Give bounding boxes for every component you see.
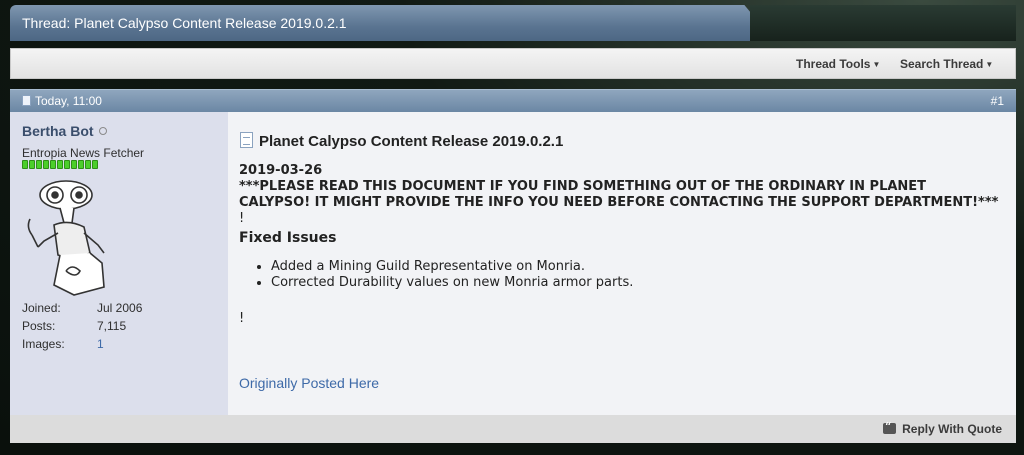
reputation-pip bbox=[64, 160, 70, 169]
post-content: 2019-03-26 ***PLEASE READ THIS DOCUMENT … bbox=[239, 163, 999, 327]
stat-label: Joined: bbox=[22, 301, 61, 315]
thread-title: Thread: Planet Calypso Content Release 2… bbox=[22, 15, 347, 31]
header-banner bbox=[750, 5, 1016, 41]
chevron-down-icon: ▼ bbox=[872, 60, 881, 69]
stat-images: Images: 1 bbox=[22, 337, 212, 355]
chevron-down-icon: ▼ bbox=[985, 60, 994, 69]
search-thread-label: Search Thread bbox=[900, 57, 984, 71]
reputation-pip bbox=[85, 160, 91, 169]
reply-with-quote-label: Reply With Quote bbox=[902, 422, 1002, 436]
offline-status-icon bbox=[98, 127, 107, 135]
quote-icon bbox=[883, 420, 897, 434]
list-item: Corrected Durability values on new Monri… bbox=[271, 275, 999, 291]
images-link[interactable]: 1 bbox=[97, 337, 104, 351]
reputation-pip bbox=[22, 160, 28, 169]
reputation-pip bbox=[29, 160, 35, 169]
page: Thread: Planet Calypso Content Release 2… bbox=[0, 0, 1024, 455]
post-date-line: 2019-03-26 bbox=[239, 163, 323, 178]
thread-toolbar: Thread Tools ▼ Search Thread ▼ bbox=[10, 48, 1016, 79]
stat-joined: Joined: Jul 2006 bbox=[22, 301, 212, 319]
reputation-pip bbox=[92, 160, 98, 169]
post-header: Today, 11:00 #1 bbox=[10, 89, 1016, 112]
fixes-list: Added a Mining Guild Representative on M… bbox=[239, 259, 999, 291]
post-date: Today, 11:00 bbox=[22, 94, 102, 108]
reply-with-quote-button[interactable]: Reply With Quote bbox=[883, 420, 1002, 436]
user-stats: Joined: Jul 2006 Posts: 7,115 Images: 1 bbox=[22, 301, 212, 355]
reputation-pip bbox=[36, 160, 42, 169]
reputation-pip bbox=[57, 160, 63, 169]
username-label: Bertha Bot bbox=[22, 123, 94, 139]
exclamation-line: ! bbox=[239, 211, 245, 226]
user-title: Entropia News Fetcher bbox=[22, 146, 145, 160]
post-body: Planet Calypso Content Release 2019.0.2.… bbox=[228, 112, 1016, 415]
post-footer: Reply With Quote bbox=[10, 415, 1016, 443]
post-date-label: Today, 11:00 bbox=[35, 94, 102, 108]
post-title: Planet Calypso Content Release 2019.0.2.… bbox=[240, 132, 563, 150]
post-icon bbox=[22, 95, 31, 106]
originally-posted-link[interactable]: Originally Posted Here bbox=[239, 375, 379, 391]
username-link[interactable]: Bertha Bot bbox=[22, 123, 107, 139]
user-info-panel: Bertha Bot Entropia News Fetcher Joined:… bbox=[10, 112, 228, 415]
search-thread-menu[interactable]: Search Thread ▼ bbox=[900, 57, 993, 71]
reputation-pip bbox=[50, 160, 56, 169]
stat-label: Posts: bbox=[22, 319, 56, 333]
reputation-pip bbox=[71, 160, 77, 169]
reputation-bar bbox=[22, 160, 98, 169]
document-icon bbox=[240, 132, 253, 148]
reputation-pip bbox=[78, 160, 84, 169]
thread-tools-menu[interactable]: Thread Tools ▼ bbox=[796, 57, 880, 71]
exclamation-line: ! bbox=[239, 311, 245, 326]
stat-posts: Posts: 7,115 bbox=[22, 319, 212, 337]
section-title: Fixed Issues bbox=[239, 230, 337, 246]
post-title-label: Planet Calypso Content Release 2019.0.2.… bbox=[259, 133, 564, 150]
post-permalink[interactable]: #1 bbox=[991, 94, 1004, 108]
reputation-pip bbox=[43, 160, 49, 169]
list-item: Added a Mining Guild Representative on M… bbox=[271, 259, 999, 275]
stat-value: Jul 2006 bbox=[97, 301, 143, 315]
avatar[interactable] bbox=[24, 175, 124, 299]
stat-label: Images: bbox=[22, 337, 65, 351]
thread-tools-label: Thread Tools bbox=[796, 57, 871, 71]
post-notice: ***PLEASE READ THIS DOCUMENT IF YOU FIND… bbox=[239, 179, 999, 210]
stat-value: 7,115 bbox=[97, 319, 127, 333]
